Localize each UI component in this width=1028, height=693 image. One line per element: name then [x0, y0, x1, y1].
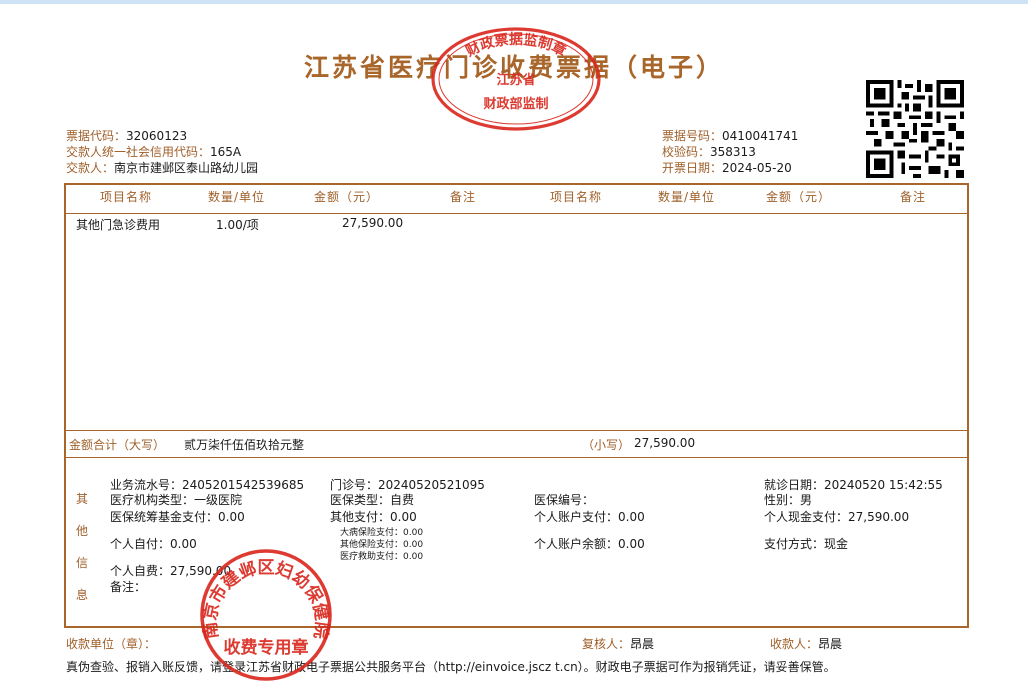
remark: 备注： — [110, 580, 147, 594]
insurance-type: 医保类型：自费 — [330, 493, 415, 507]
finance-seal-stamp: 财政票据监制章 江苏省 财政部监制 — [431, 27, 601, 131]
hospital-seal-center-text: 收费专用章 — [224, 637, 309, 658]
insurance-number: 医保编号： — [534, 493, 595, 507]
gender: 性别：男 — [764, 493, 813, 507]
item-qty: 1.00/项 — [216, 218, 259, 232]
col-header: 备注 — [900, 190, 927, 204]
other-info-char: 息 — [76, 588, 89, 602]
reviewer-name: 昂晨 — [630, 637, 655, 651]
issue-date: 2024-05-20 — [722, 161, 792, 175]
col-header: 数量/单位 — [658, 190, 716, 204]
top-strip — [0, 0, 1028, 4]
total-lower-amount: 27,590.00 — [634, 436, 696, 450]
check-code: 358313 — [710, 145, 756, 159]
header-left: 票据代码：32060123 交款人统一社会信用代码：165A 交款人：南京市建邺… — [66, 128, 258, 176]
col-header: 金额（元） — [314, 190, 380, 204]
bill-code: 32060123 — [126, 129, 188, 143]
other-info-char: 他 — [76, 524, 89, 538]
header-right: 票据号码：0410041741 校验码：358313 开票日期：2024-05-… — [662, 128, 798, 176]
other-info-char: 信 — [76, 556, 89, 570]
bill-number-label: 票据号码： — [662, 129, 723, 143]
payment-method: 支付方式：现金 — [764, 537, 849, 551]
col-header: 数量/单位 — [208, 190, 266, 204]
account-payment: 个人账户支付：0.00 — [534, 510, 645, 524]
col-header: 金额（元） — [766, 190, 832, 204]
medical-aid: 医疗救助支付：0.00 — [340, 552, 424, 562]
total-upper-amount: 贰万柒仟伍佰玖拾元整 — [184, 438, 305, 452]
institution-type: 医疗机构类型：一级医院 — [110, 493, 243, 507]
reviewer-label: 复核人： — [582, 637, 631, 651]
hospital-receipt-stamp: 南京市建邺区妇幼保健院 收费专用章 — [199, 549, 333, 681]
other-info-char: 其 — [76, 492, 89, 506]
payee-unit-label: 收款单位（章）： — [66, 637, 157, 651]
total-lower-label: （小写） — [582, 438, 631, 452]
payee-label: 收款人： — [770, 637, 819, 651]
finance-seal-mid-text: 江苏省 — [496, 72, 535, 88]
check-code-label: 校验码： — [662, 145, 711, 159]
col-header: 项目名称 — [550, 190, 603, 204]
credit-code: 165A — [210, 145, 242, 159]
item-name: 其他门急诊费用 — [76, 218, 161, 232]
other-info-label: 其 他 信 息 — [66, 430, 96, 626]
payer-name: 南京市建邺区泰山路幼儿园 — [114, 161, 259, 175]
issue-date-label: 开票日期： — [662, 161, 723, 175]
col-header: 备注 — [450, 190, 477, 204]
col-header: 项目名称 — [100, 190, 153, 204]
qr-code-icon — [866, 80, 964, 178]
payee-name: 昂晨 — [818, 637, 843, 651]
finance-seal-bottom-text: 财政部监制 — [483, 96, 548, 112]
self-pay: 个人自付：0.00 — [110, 537, 197, 551]
cash-payment: 个人现金支付：27,590.00 — [764, 510, 910, 524]
other-payment: 其他支付：0.00 — [330, 510, 417, 524]
payer-label: 交款人： — [66, 161, 115, 175]
credit-code-label: 交款人统一社会信用代码： — [66, 145, 211, 159]
account-balance: 个人账户余额：0.00 — [534, 537, 645, 551]
verification-notice: 真伪查验、报销入账反馈，请登录江苏省财政电子票据公共服务平台（http://ei… — [66, 660, 836, 674]
item-amount: 27,590.00 — [342, 216, 404, 230]
bill-number: 0410041741 — [722, 129, 799, 143]
pool-fund-payment: 医保统筹基金支付：0.00 — [110, 510, 245, 524]
bill-code-label: 票据代码： — [66, 129, 127, 143]
